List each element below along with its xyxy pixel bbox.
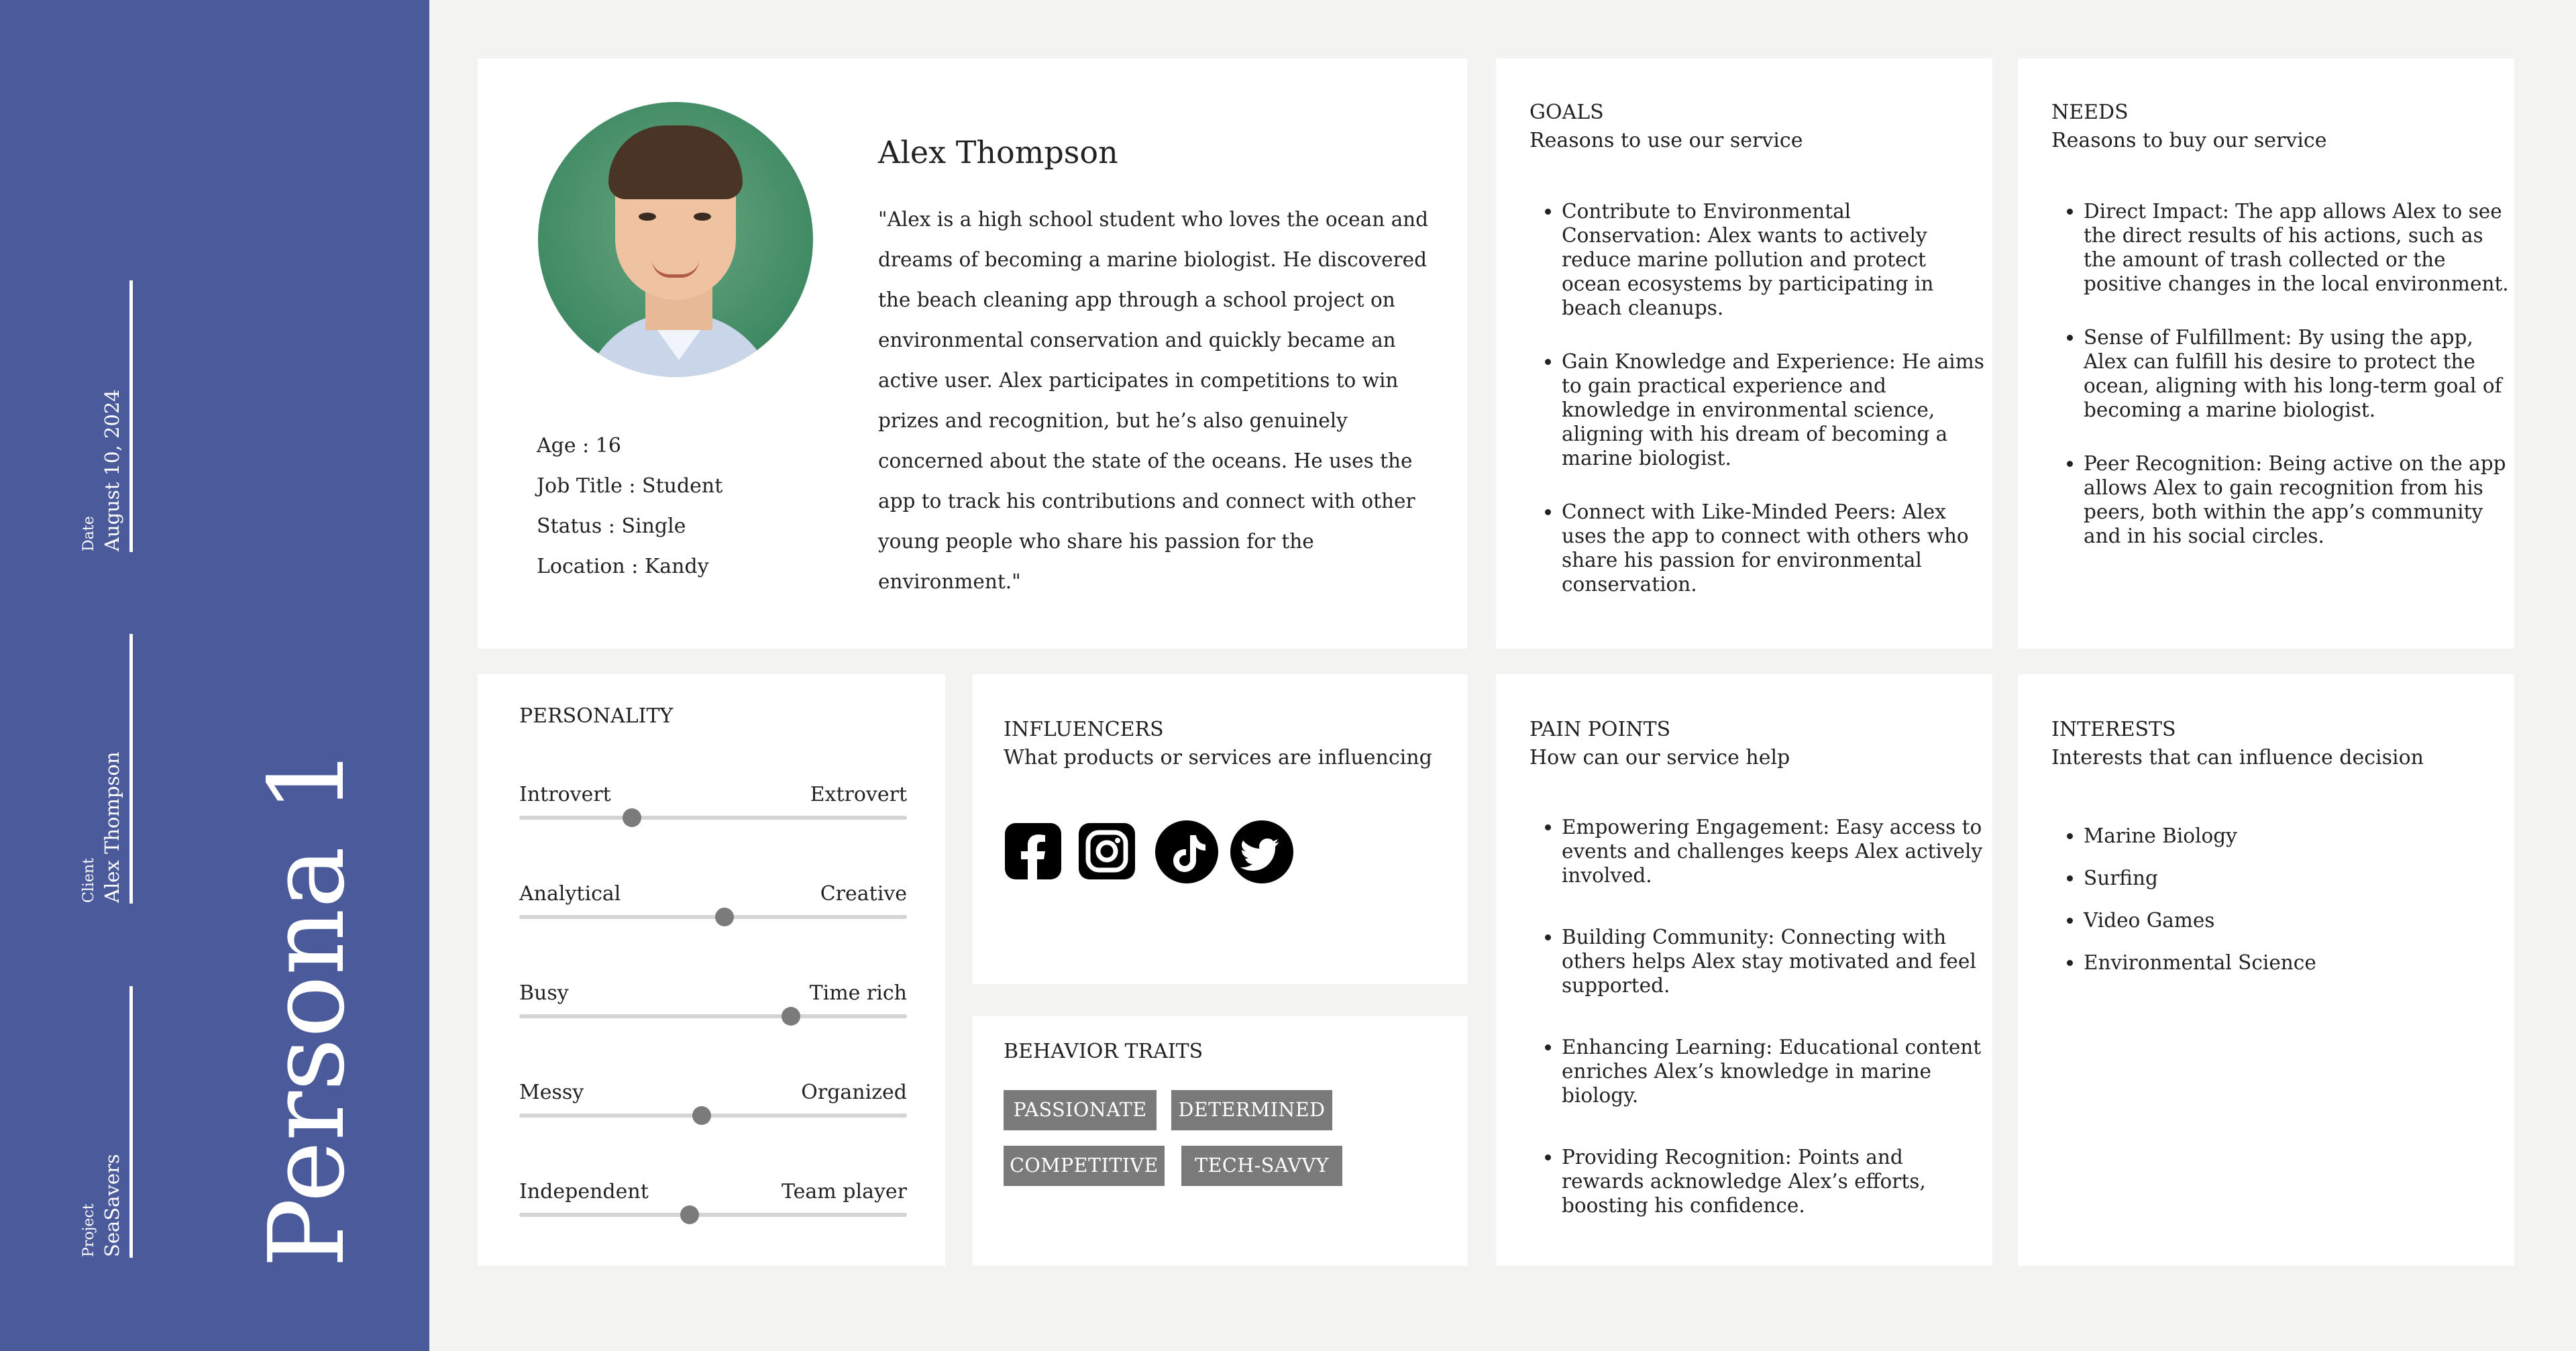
influencers-subtitle: What products or services are influencin… (1004, 746, 1432, 769)
interests-title: INTERESTS (2051, 718, 2176, 741)
influencers-title: INFLUENCERS (1004, 718, 1164, 741)
persona-name: Alex Thompson (878, 134, 1118, 170)
needs-card: NEEDS Reasons to buy our service Direct … (2018, 58, 2514, 649)
profile-card: Age : 16 Job Title : Student Status : Si… (478, 58, 1467, 649)
slider-knob[interactable] (781, 1007, 800, 1026)
pain-points-title: PAIN POINTS (1529, 718, 1671, 741)
profile-facts: Age : 16 Job Title : Student Status : Si… (537, 426, 722, 587)
trait-slider[interactable]: Introvert Extrovert (519, 781, 907, 835)
trait-slider[interactable]: Independent Team player (519, 1179, 907, 1232)
fact-age: Age : 16 (537, 434, 621, 457)
needs-list: Direct Impact: The app allows Alex to se… (2051, 199, 2513, 548)
list-item: Providing Recognition: Points and reward… (1562, 1145, 1991, 1218)
interests-subtitle: Interests that can influence decision (2051, 746, 2424, 769)
slider-left-label: Analytical (519, 882, 621, 906)
slider-knob[interactable] (692, 1106, 711, 1125)
list-item: Video Games (2084, 900, 2513, 942)
slider-track (519, 915, 907, 919)
persona-title: Persona 1 (246, 747, 368, 1268)
project-value: SeaSavers (101, 1154, 123, 1257)
list-item: Sense of Fulfillment: By using the app, … (2084, 325, 2513, 422)
client-divider (129, 634, 133, 904)
profile-avatar (538, 102, 813, 377)
trait-tag: PASSIONATE (1004, 1090, 1157, 1130)
slider-track (519, 1014, 907, 1018)
pain-points-card: PAIN POINTS How can our service help Emp… (1496, 674, 1992, 1266)
interests-list: Marine Biology Surfing Video Games Envir… (2051, 815, 2513, 984)
goals-list: Contribute to Environmental Conservation… (1529, 199, 1991, 596)
slider-left-label: Busy (519, 981, 569, 1005)
client-label: Client (80, 858, 97, 903)
sidebar: Date August 10, 2024 Client Alex Thompso… (0, 0, 429, 1351)
list-item: Connect with Like-Minded Peers: Alex use… (1562, 500, 1991, 596)
slider-track (519, 1114, 907, 1118)
slider-right-label: Time rich (809, 981, 907, 1005)
trait-slider[interactable]: Analytical Creative (519, 881, 907, 934)
list-item: Marine Biology (2084, 815, 2513, 857)
instagram-icon[interactable] (1079, 823, 1135, 879)
personality-title: PERSONALITY (519, 704, 674, 728)
behavior-card: BEHAVIOR TRAITS PASSIONATE DETERMINED CO… (973, 1016, 1468, 1266)
twitter-icon[interactable] (1230, 820, 1293, 883)
slider-track (519, 1213, 907, 1217)
list-item: Environmental Science (2084, 942, 2513, 984)
slider-knob[interactable] (680, 1205, 700, 1224)
slider-right-label: Creative (820, 882, 907, 906)
client-value: Alex Thompson (101, 751, 123, 903)
project-divider (129, 986, 133, 1258)
pain-points-list: Empowering Engagement: Easy access to ev… (1529, 815, 1991, 1218)
project-label: Project (80, 1203, 97, 1257)
slider-knob[interactable] (622, 808, 641, 827)
fact-job-title: Job Title : Student (537, 474, 723, 498)
trait-tag: COMPETITIVE (1004, 1146, 1165, 1186)
list-item: Gain Knowledge and Experience: He aims t… (1562, 349, 1991, 470)
tiktok-icon[interactable] (1155, 820, 1218, 883)
goals-title: GOALS (1529, 101, 1604, 124)
needs-subtitle: Reasons to buy our service (2051, 129, 2327, 152)
goals-card: GOALS Reasons to use our service Contrib… (1496, 58, 1992, 649)
influencers-card: INFLUENCERS What products or services ar… (973, 674, 1468, 984)
needs-title: NEEDS (2051, 101, 2129, 124)
slider-left-label: Introvert (519, 783, 611, 806)
date-label: Date (80, 516, 97, 551)
slider-right-label: Organized (801, 1081, 907, 1104)
list-item: Empowering Engagement: Easy access to ev… (1562, 815, 1991, 887)
slider-right-label: Team player (781, 1180, 907, 1203)
slider-left-label: Messy (519, 1081, 584, 1104)
persona-bio: "Alex is a high school student who loves… (878, 208, 1429, 593)
list-item: Enhancing Learning: Educational content … (1562, 1035, 1991, 1107)
facebook-icon[interactable] (1005, 823, 1061, 879)
trait-slider[interactable]: Messy Organized (519, 1079, 907, 1133)
list-item: Surfing (2084, 857, 2513, 900)
date-value: August 10, 2024 (101, 389, 123, 551)
slider-track (519, 816, 907, 820)
pain-points-subtitle: How can our service help (1529, 746, 1790, 769)
slider-left-label: Independent (519, 1180, 649, 1203)
list-item: Direct Impact: The app allows Alex to se… (2084, 199, 2513, 296)
slider-right-label: Extrovert (810, 783, 907, 806)
fact-status: Status : Single (537, 515, 686, 538)
slider-knob[interactable] (715, 908, 735, 926)
list-item: Building Community: Connecting with othe… (1562, 925, 1991, 997)
behavior-title: BEHAVIOR TRAITS (1004, 1040, 1203, 1063)
trait-tag: TECH-SAVVY (1181, 1146, 1342, 1186)
personality-card: PERSONALITY Introvert Extrovert Analytic… (478, 674, 945, 1266)
fact-location: Location : Kandy (537, 555, 709, 578)
trait-tag: DETERMINED (1171, 1090, 1332, 1130)
trait-slider[interactable]: Busy Time rich (519, 980, 907, 1034)
interests-card: INTERESTS Interests that can influence d… (2018, 674, 2514, 1266)
list-item: Peer Recognition: Being active on the ap… (2084, 451, 2513, 548)
date-divider (129, 280, 133, 552)
goals-subtitle: Reasons to use our service (1529, 129, 1803, 152)
list-item: Contribute to Environmental Conservation… (1562, 199, 1991, 320)
